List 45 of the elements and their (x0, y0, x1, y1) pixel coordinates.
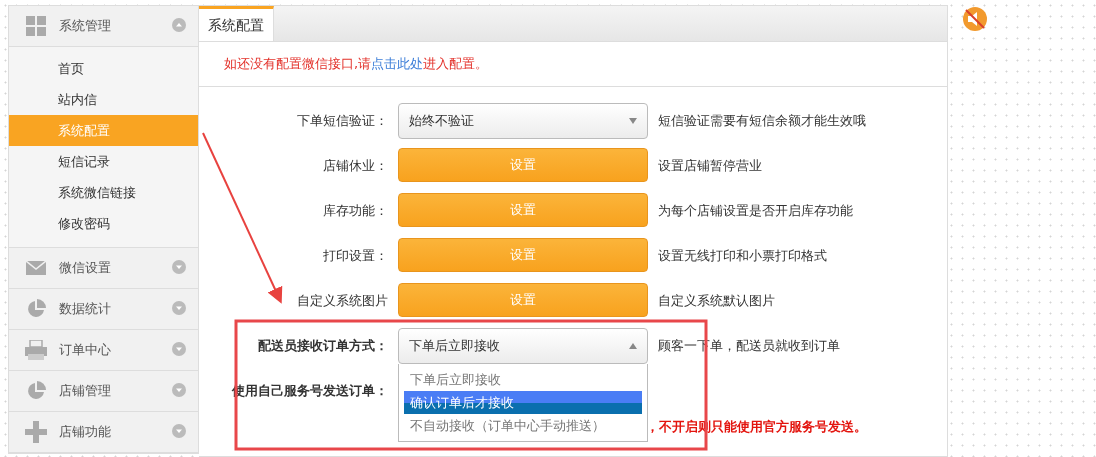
printer-icon (25, 340, 47, 360)
hint-text: 设置店铺暂停营业 (658, 157, 763, 175)
caret-icon (629, 118, 637, 124)
expand-icon[interactable] (172, 259, 186, 274)
collapse-icon[interactable] (172, 17, 186, 32)
notice-text: 如还没有配置微信接口,请点击此处进入配置。 (199, 42, 947, 87)
menu-group[interactable]: 系统管理 (59, 17, 172, 35)
menu-item[interactable]: 修改密码 (9, 208, 198, 239)
menu-group[interactable]: 数据统计 (59, 300, 172, 318)
select-field[interactable]: 下单后立即接收 (398, 328, 648, 364)
field-label: 配送员接收订单方式： (257, 337, 388, 355)
field-label: 库存功能： (322, 202, 388, 220)
hint-text: 自定义系统默认图片 (658, 292, 776, 310)
grid-icon (26, 16, 46, 36)
config-link[interactable]: 点击此处 (371, 56, 424, 71)
expand-icon[interactable] (172, 300, 186, 315)
hint-text: 短信验证需要有短信余额才能生效哦 (658, 112, 867, 130)
tab[interactable]: 系统配置 (199, 6, 274, 41)
menu-item[interactable]: 系统微信链接 (9, 177, 198, 208)
expand-icon[interactable] (172, 423, 186, 438)
dropdown-option[interactable]: 确认订单后才接收 (404, 391, 642, 414)
field-label: 自定义系统图片 (296, 292, 388, 310)
menu-item[interactable]: 首页 (9, 53, 198, 84)
menu-group[interactable]: 店铺功能 (59, 423, 172, 441)
field-label: 下单短信验证： (296, 112, 388, 130)
field-label: 打印设置： (322, 247, 388, 265)
hint-text: 为每个店铺设置是否开启库存功能 (658, 202, 854, 220)
expand-icon[interactable] (172, 341, 186, 356)
menu-group[interactable]: 店铺管理 (59, 382, 172, 400)
pie-chart-icon (26, 381, 46, 401)
menu-item[interactable]: 短信记录 (9, 146, 198, 177)
caret-icon (629, 343, 637, 349)
select-field[interactable]: 始终不验证 (398, 103, 648, 139)
dropdown-option[interactable]: 不自动接收（订单中心手动推送） (404, 414, 642, 437)
envelope-icon (26, 261, 46, 275)
menu-group[interactable]: 订单中心 (59, 341, 172, 359)
plus-icon (25, 421, 47, 443)
hint-text: 设置无线打印和小票打印格式 (658, 247, 828, 265)
expand-icon[interactable] (172, 382, 186, 397)
menu-item[interactable]: 站内信 (9, 84, 198, 115)
mute-icon[interactable] (962, 6, 988, 32)
pie-chart-icon (26, 299, 46, 319)
menu-group[interactable]: 微信设置 (59, 259, 172, 277)
field-label: 店铺休业： (322, 157, 388, 175)
dropdown-option[interactable]: 下单后立即接收 (404, 368, 642, 391)
